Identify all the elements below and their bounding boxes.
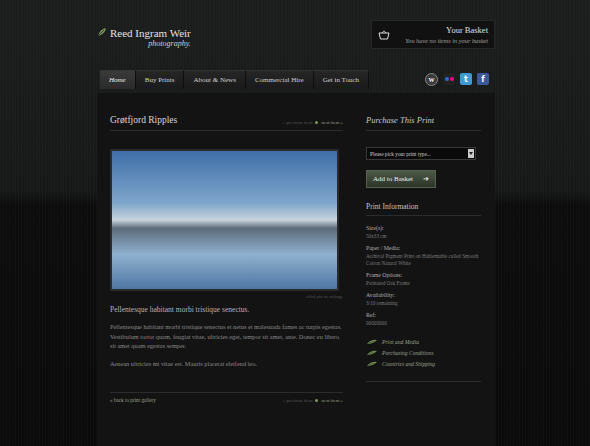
article-titlebar: Grøtfjord Ripples « previous item next ite…: [110, 115, 343, 131]
print-type-select[interactable]: Please pick your print type...: [366, 147, 476, 160]
photo-caption: click pic to enlarge: [110, 294, 343, 299]
button-label: Add to Basket: [373, 175, 413, 183]
field-value: 00000000: [366, 320, 481, 327]
link-label: Purchasing Conditions: [382, 350, 434, 356]
article-paragraph: Aenean ultricies mi vitae est. Mauris pl…: [110, 359, 343, 369]
arrow-shape: [469, 152, 473, 155]
nav-tab[interactable]: Commercial Hire: [246, 70, 314, 89]
leaf-icon: [366, 339, 378, 345]
info-field: Ref: 00000000: [366, 312, 481, 327]
article: Grøtfjord Ripples « previous item next ite…: [97, 93, 343, 446]
basket-status: You have no items in your basket: [396, 37, 488, 44]
field-value: 50x33 cm: [366, 233, 481, 240]
info-field: Paper / Media: Archival Pigment Print on …: [366, 245, 481, 267]
photo-frame: [110, 149, 339, 291]
nav-bar: HomeBuy PrintsAbout & NewsCommercial Hir…: [97, 70, 495, 89]
flickr-icon[interactable]: [443, 73, 455, 85]
link-label: Countries and Shipping: [382, 361, 435, 367]
field-label: Size(s):: [366, 225, 481, 231]
article-lead: Pellentesque habitant morbi tristique se…: [110, 305, 343, 314]
separator-dot: [315, 121, 318, 124]
info-link[interactable]: Purchasing Conditions: [366, 350, 481, 356]
nav-tab[interactable]: Home: [100, 70, 136, 89]
previous-link[interactable]: « previous item: [283, 120, 313, 125]
link-label: Print and Media: [382, 339, 419, 345]
back-link[interactable]: « back to print gallery: [110, 397, 156, 403]
nav-tab[interactable]: Buy Prints: [136, 70, 185, 89]
twitter-glyph: t: [464, 75, 468, 84]
basket-title: Your Basket: [396, 25, 488, 35]
field-value: Patinated Oak Frame: [366, 280, 481, 287]
page-wrap: Reed Ingram Weirphotography.Your BasketY…: [97, 0, 495, 446]
button-row: Add to Basket ➔: [366, 160, 481, 188]
field-value: 3/10 remaining: [366, 300, 481, 307]
twitter-icon[interactable]: t: [460, 73, 472, 85]
wordpress-glyph: W: [429, 77, 435, 83]
article-title: Grøtfjord Ripples: [110, 115, 177, 125]
next-link[interactable]: next item »: [321, 398, 343, 403]
pager: « previous item next item »: [283, 398, 343, 403]
content: Grøtfjord Ripples « previous item next ite…: [97, 93, 495, 446]
field-label: Ref:: [366, 312, 481, 318]
social-links: Wt f: [425, 73, 489, 86]
wordpress-icon[interactable]: W: [425, 73, 438, 86]
logo-tagline: photography.: [148, 39, 190, 48]
basket-text: Your Basket You have no items in your bas…: [396, 25, 488, 44]
leaf-icon: [97, 27, 107, 37]
leaf-icon: [366, 361, 378, 367]
sidebar: Purchase This Print Please pick your prin…: [366, 93, 481, 446]
next-link[interactable]: next item »: [321, 120, 343, 125]
add-to-basket-button[interactable]: Add to Basket ➔: [366, 170, 436, 188]
facebook-glyph: f: [481, 75, 484, 84]
purchase-heading: Purchase This Print: [366, 115, 481, 131]
nav-tab[interactable]: About & News: [184, 70, 245, 89]
flickr-blue-dot: [445, 77, 449, 81]
basket[interactable]: Your Basket You have no items in your bas…: [371, 20, 495, 49]
photo[interactable]: [112, 151, 337, 289]
leaf-icon: [366, 350, 378, 356]
info-links: Print and Media Purchasing Conditions Coun…: [366, 339, 481, 382]
basket-icon: [378, 30, 390, 40]
info-field: Size(s): 50x33 cm: [366, 225, 481, 240]
nav-tab[interactable]: Get in Touch: [314, 70, 369, 89]
info-field: Availability: 3/10 remaining: [366, 292, 481, 307]
article-paragraph: Pellentesque habitant morbi tristique se…: [110, 322, 343, 351]
arrow-icon: ➔: [423, 175, 429, 183]
field-value: Archival Pigment Print on Hahlemuhle cal…: [366, 253, 481, 267]
logo-name: Reed Ingram Weir: [110, 27, 191, 39]
pager: « previous item next item »: [283, 120, 343, 125]
select-placeholder: Please pick your print type...: [370, 151, 431, 157]
article-footer: « back to print gallery « previous item ne…: [110, 392, 343, 403]
field-label: Frame Options:: [366, 272, 481, 278]
nav-tabs: HomeBuy PrintsAbout & NewsCommercial Hir…: [100, 70, 369, 89]
info-link[interactable]: Print and Media: [366, 339, 481, 345]
flickr-pink-dot: [450, 77, 454, 81]
dropdown-arrow-icon: [468, 149, 474, 158]
info-fields: Size(s): 50x33 cm Paper / Media: Archival P…: [366, 225, 481, 327]
facebook-icon[interactable]: f: [477, 73, 489, 85]
info-link[interactable]: Countries and Shipping: [366, 361, 481, 367]
logo[interactable]: Reed Ingram Weirphotography.: [97, 20, 191, 48]
info-field: Frame Options: Patinated Oak Frame: [366, 272, 481, 287]
field-label: Availability:: [366, 292, 481, 298]
logo-text: Reed Ingram Weirphotography.: [110, 27, 191, 48]
field-label: Paper / Media:: [366, 245, 481, 251]
previous-link[interactable]: « previous item: [283, 398, 313, 403]
info-heading: Print Information: [366, 202, 481, 216]
separator-dot: [315, 399, 318, 402]
header: Reed Ingram Weirphotography.Your BasketY…: [97, 0, 495, 66]
